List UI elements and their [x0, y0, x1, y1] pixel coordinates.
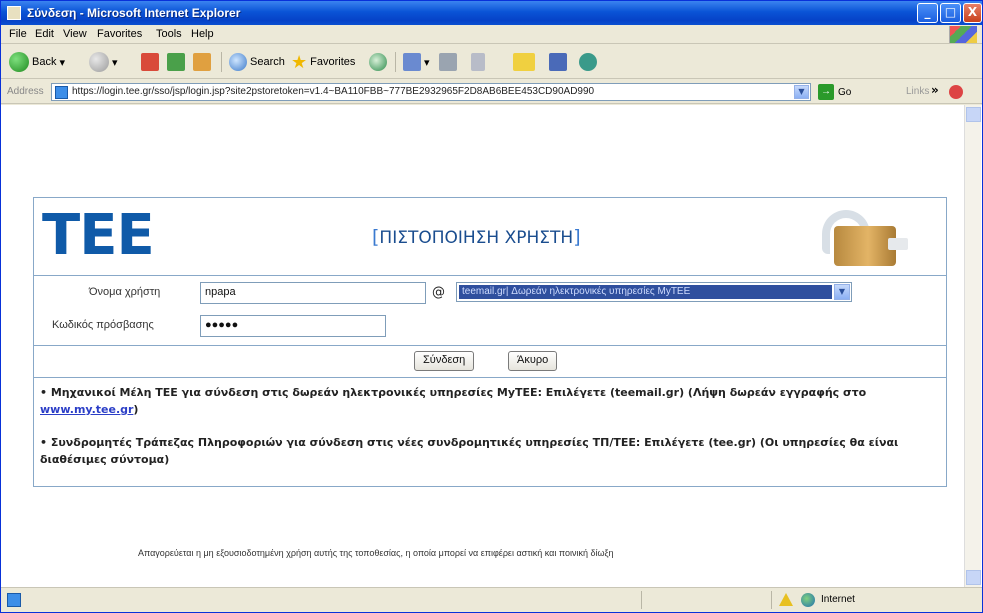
minimize-button[interactable]: _	[917, 3, 938, 23]
research-icon	[549, 53, 567, 71]
mail-icon	[403, 53, 421, 71]
mail-dropdown-icon: ▾	[424, 56, 430, 69]
go-arrow-icon: →	[818, 84, 834, 100]
address-label: Address	[7, 86, 44, 97]
folder-icon	[513, 53, 535, 71]
close-button[interactable]: X	[963, 3, 982, 23]
login-panel: TEE [ΠΙΣΤΟΠΟΙΗΣΗ ΧΡΗΣΤΗ] Όνομα χρήστη np…	[33, 197, 947, 487]
mail-button[interactable]: ▾	[403, 51, 430, 73]
username-label: Όνομα χρήστη	[89, 286, 161, 298]
menu-favorites[interactable]: Favorites	[97, 28, 142, 40]
menu-help[interactable]: Help	[191, 28, 214, 40]
page-icon	[55, 86, 68, 99]
scroll-up-button[interactable]	[966, 107, 981, 122]
scroll-down-button[interactable]	[966, 570, 981, 585]
home-button[interactable]	[193, 51, 211, 73]
history-icon	[369, 53, 387, 71]
go-button[interactable]: → Go	[818, 84, 851, 100]
favorites-label: Favorites	[310, 56, 356, 68]
tee-logo: TEE	[42, 203, 155, 268]
login-button[interactable]: Σύνδεση	[414, 351, 475, 371]
credentials-row: Όνομα χρήστη npapa @ teemail.gr| Δωρεάν …	[34, 277, 946, 346]
login-header: TEE [ΠΙΣΤΟΠΟΙΗΣΗ ΧΡΗΣΤΗ]	[34, 198, 946, 276]
history-button[interactable]	[369, 51, 387, 73]
username-input[interactable]: npapa	[200, 282, 426, 304]
print-icon	[439, 53, 457, 71]
menu-view[interactable]: View	[63, 28, 87, 40]
address-input[interactable]: https://login.tee.gr/sso/jsp/login.jsp?s…	[51, 83, 811, 101]
password-label: Κωδικός πρόσβασης	[52, 319, 154, 331]
back-dropdown-icon: ▾	[59, 56, 65, 69]
status-divider	[641, 591, 642, 609]
title-bar[interactable]: Σύνδεση - Microsoft Internet Explorer _ …	[1, 1, 982, 25]
note-subscribers: • Συνδρομητές Τράπεζας Πληροφοριών για σ…	[40, 436, 899, 466]
back-arrow-icon	[9, 52, 29, 72]
search-button[interactable]: Search	[229, 51, 285, 73]
folder-button[interactable]	[513, 51, 535, 73]
go-label: Go	[838, 86, 852, 98]
padlock-icon	[804, 206, 914, 268]
print-button[interactable]	[439, 51, 457, 73]
address-url[interactable]: https://login.tee.gr/sso/jsp/login.jsp?s…	[72, 86, 787, 97]
links-chevron-icon[interactable]: »	[931, 83, 939, 97]
forward-arrow-icon	[89, 52, 109, 72]
maximize-button[interactable]: □	[940, 3, 961, 23]
title-text: ΠΙΣΤΟΠΟΙΗΣΗ ΧΡΗΣΤΗ	[379, 228, 574, 248]
info-notes: • Μηχανικοί Μέλη ΤΕΕ για σύνδεση στις δω…	[40, 384, 940, 484]
stop-icon	[141, 53, 159, 71]
legal-notice: Απαγορεύεται η μη εξουσιοδοτημένη χρήση …	[138, 548, 614, 558]
edit-button[interactable]	[471, 51, 485, 73]
windows-logo-icon	[949, 26, 977, 43]
messenger-button[interactable]	[579, 51, 597, 73]
password-input[interactable]: ●●●●●	[200, 315, 386, 337]
cancel-button[interactable]: Άκυρο	[508, 351, 558, 371]
search-label: Search	[250, 56, 285, 68]
links-label[interactable]: Links	[906, 86, 929, 97]
toolbar-extra-icon[interactable]	[949, 85, 963, 99]
chevron-down-icon[interactable]: ▼	[834, 284, 850, 300]
status-divider	[771, 591, 772, 609]
back-button[interactable]: Back ▾	[9, 51, 65, 73]
browser-window: Σύνδεση - Microsoft Internet Explorer _ …	[0, 0, 983, 613]
mytee-link[interactable]: www.my.tee.gr	[40, 403, 133, 416]
window-title: Σύνδεση - Microsoft Internet Explorer	[27, 6, 241, 20]
favorites-button[interactable]: ★ Favorites	[291, 51, 355, 73]
refresh-button[interactable]	[167, 51, 185, 73]
messenger-icon	[579, 53, 597, 71]
note-mytee: • Μηχανικοί Μέλη ΤΕΕ για σύνδεση στις δω…	[40, 386, 867, 416]
home-icon	[193, 53, 211, 71]
standard-toolbar: Back ▾ ▾ Search ★ Favorites ▾	[1, 45, 982, 79]
login-title: [ΠΙΣΤΟΠΟΙΗΣΗ ΧΡΗΣΤΗ]	[372, 226, 581, 248]
menu-tools[interactable]: Tools	[156, 28, 182, 40]
menu-file[interactable]: File	[9, 28, 27, 40]
menu-bar: File Edit View Favorites Tools Help	[1, 25, 982, 44]
domain-selected-value: teemail.gr| Δωρεάν ηλεκτρονικές υπηρεσίε…	[459, 285, 832, 299]
address-dropdown-icon[interactable]: ▼	[794, 85, 809, 99]
at-sign: @	[432, 285, 445, 300]
stop-button[interactable]	[141, 51, 159, 73]
title-bracket-close: ]	[573, 226, 581, 248]
refresh-icon	[167, 53, 185, 71]
forward-dropdown-icon: ▾	[112, 56, 118, 69]
status-bar: Internet	[1, 587, 982, 612]
forward-button[interactable]: ▾	[89, 51, 118, 73]
status-page-icon	[7, 593, 21, 607]
ie-app-icon	[7, 6, 21, 20]
address-bar: Address https://login.tee.gr/sso/jsp/log…	[1, 80, 982, 104]
favorites-star-icon: ★	[291, 51, 308, 72]
back-label: Back	[32, 56, 57, 68]
edit-icon	[471, 53, 485, 71]
buttons-row: Σύνδεση Άκυρο	[34, 346, 946, 378]
search-icon	[229, 53, 247, 71]
vertical-scrollbar[interactable]	[964, 105, 981, 587]
menu-edit[interactable]: Edit	[35, 28, 54, 40]
research-button[interactable]	[549, 51, 567, 73]
internet-zone-icon	[801, 593, 815, 607]
domain-select[interactable]: teemail.gr| Δωρεάν ηλεκτρονικές υπηρεσίε…	[456, 282, 852, 302]
security-zone-label: Internet	[821, 594, 855, 605]
toolbar-separator	[221, 52, 222, 72]
warning-icon[interactable]	[779, 593, 793, 606]
toolbar-separator	[395, 52, 396, 72]
